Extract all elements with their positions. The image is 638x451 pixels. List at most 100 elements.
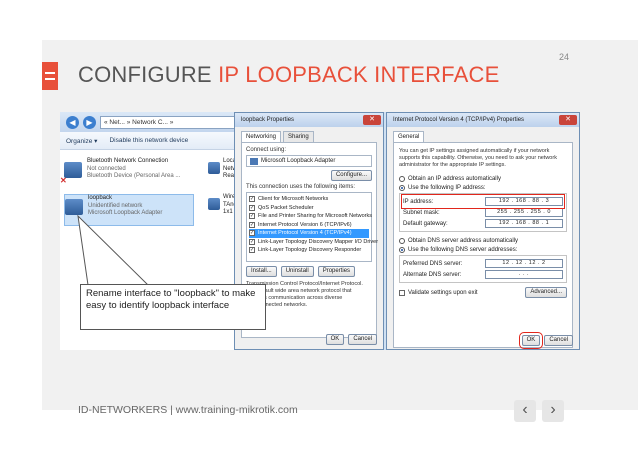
preferred-dns-label: Preferred DNS server: <box>403 260 463 267</box>
organize-button[interactable]: Organize ▾ <box>66 137 97 145</box>
connect-using-label: Connect using: <box>246 147 287 153</box>
connection-device: Microsoft Loopback Adapter <box>88 210 163 216</box>
dns-use-radio[interactable]: Use the following DNS server addresses: <box>399 245 567 254</box>
item-buttons: Install... Uninstall Properties <box>246 266 372 277</box>
slide: 24 CONFIGURE IP LOOPBACK INTERFACE ◀ ▶ «… <box>0 0 638 451</box>
checkbox[interactable] <box>399 289 405 296</box>
previous-slide-button[interactable]: ‹ <box>514 400 536 422</box>
forward-icon[interactable]: ▶ <box>83 115 96 129</box>
adapter-icon <box>250 157 258 165</box>
subnet-mask-row: Subnet mask: 255 . 255 . 255 . 0 <box>403 207 563 218</box>
ip-address-group: IP address: 192 . 168 . 88 . 3 Subnet ma… <box>399 193 567 232</box>
validate-checkbox-row[interactable]: Validate settings upon exit <box>399 289 478 296</box>
tab-networking[interactable]: Networking <box>241 131 282 142</box>
preferred-dns-field[interactable]: 12 . 12 . 12 . 2 <box>485 259 563 268</box>
info-paragraph: You can get IP settings assigned automat… <box>399 148 557 168</box>
radio-icon[interactable] <box>399 184 405 191</box>
connection-name: loopback <box>88 195 113 201</box>
dialog-titlebar: loopback Properties ✕ <box>235 113 383 127</box>
back-icon[interactable]: ◀ <box>66 115 79 129</box>
adapter-field: Microsoft Loopback Adapter <box>246 155 372 167</box>
dialog-buttons: OK Cancel <box>518 332 573 349</box>
connection-bluetooth[interactable]: ✕ Bluetooth Network Connection Not conne… <box>60 158 194 190</box>
items-label: This connection uses the following items… <box>246 184 356 190</box>
close-icon[interactable]: ✕ <box>363 115 381 125</box>
ipv4-properties-dialog: Internet Protocol Version 4 (TCP/IPv4) P… <box>386 112 580 350</box>
checkbox[interactable]: ✓ <box>249 221 255 228</box>
install-button[interactable]: Install... <box>246 266 277 277</box>
next-slide-button[interactable]: › <box>542 400 564 422</box>
address-field[interactable]: « Net... » Network C... » <box>100 115 255 129</box>
address-bar: ◀ ▶ « Net... » Network C... » <box>60 112 255 132</box>
checkbox[interactable]: ✓ <box>249 238 255 245</box>
obtain-ip-auto-radio[interactable]: Obtain an IP address automatically <box>399 174 567 183</box>
configure-button[interactable]: Configure... <box>330 170 372 181</box>
network-adapter-icon: ✕ <box>60 162 82 184</box>
list-item[interactable]: ✓ Link-Layer Topology Discovery Responder <box>249 246 369 255</box>
use-following-ip-radio[interactable]: Use the following IP address: <box>399 183 567 192</box>
validate-label: Validate settings upon exit <box>408 289 478 296</box>
checkbox[interactable]: ✓ <box>249 213 255 220</box>
cancel-button[interactable]: Cancel <box>544 335 573 346</box>
menu-icon[interactable] <box>42 62 58 90</box>
list-item[interactable]: ✓ Client for Microsoft Networks <box>249 195 369 204</box>
alternate-dns-field[interactable]: . . . <box>485 270 563 279</box>
uninstall-button[interactable]: Uninstall <box>280 266 314 277</box>
dialog-title: loopback Properties <box>241 117 295 123</box>
callout-box: Rename interface to "loopback" to make e… <box>80 284 266 330</box>
subnet-mask-field[interactable]: 255 . 255 . 255 . 0 <box>485 208 563 217</box>
ok-button[interactable]: OK <box>518 332 544 349</box>
connection-loopback[interactable]: loopback Unidentified network Microsoft … <box>64 194 194 226</box>
ip-address-field[interactable]: 192 . 168 . 88 . 3 <box>485 197 563 206</box>
network-adapter-icon <box>208 162 220 174</box>
gateway-label: Default gateway: <box>403 220 448 227</box>
gateway-row: Default gateway: 192 . 168 . 88 . 1 <box>403 218 563 229</box>
list-item-ipv4[interactable]: ✓ Internet Protocol Version 4 (TCP/IPv4) <box>249 229 369 238</box>
gateway-field[interactable]: 192 . 168 . 88 . 1 <box>485 219 563 228</box>
radio-icon[interactable] <box>399 175 405 182</box>
subnet-mask-label: Subnet mask: <box>403 209 440 216</box>
tab-sharing[interactable]: Sharing <box>283 131 314 142</box>
connection-status: Not connected <box>87 165 126 172</box>
dialog-buttons: OK Cancel <box>325 334 377 345</box>
disconnected-icon: ✕ <box>60 175 67 185</box>
alternate-dns-row: Alternate DNS server: . . . <box>403 269 563 280</box>
adapter-name: Microsoft Loopback Adapter <box>261 158 336 164</box>
dialog-title: Internet Protocol Version 4 (TCP/IPv4) P… <box>393 117 525 123</box>
ip-address-label: IP address: <box>403 198 434 205</box>
slide-title: CONFIGURE IP LOOPBACK INTERFACE <box>78 62 499 88</box>
cancel-button[interactable]: Cancel <box>348 334 377 345</box>
checkbox[interactable]: ✓ <box>249 230 255 237</box>
tab-general[interactable]: General <box>393 131 425 142</box>
ok-button[interactable]: OK <box>325 334 345 345</box>
checkbox[interactable]: ✓ <box>249 204 255 211</box>
ip-address-row: IP address: 192 . 168 . 88 . 3 <box>401 194 565 209</box>
dns-auto-radio[interactable]: Obtain DNS server address automatically <box>399 236 567 245</box>
advanced-row: Validate settings upon exit Advanced... <box>399 287 567 298</box>
list-item[interactable]: ✓ Internet Protocol Version 6 (TCP/IPv6) <box>249 221 369 230</box>
checkbox[interactable]: ✓ <box>249 247 255 254</box>
dns-group: Preferred DNS server: 12 . 12 . 12 . 2 A… <box>399 255 567 283</box>
advanced-button[interactable]: Advanced... <box>525 287 567 298</box>
close-icon[interactable]: ✕ <box>559 115 577 125</box>
general-panel: You can get IP settings assigned automat… <box>393 142 573 348</box>
alternate-dns-label: Alternate DNS server: <box>403 271 462 278</box>
footer-text: ID-NETWORKERS | www.training-mikrotik.co… <box>78 404 298 416</box>
properties-button[interactable]: Properties <box>317 266 356 277</box>
checkbox[interactable]: ✓ <box>249 196 255 203</box>
connection-status: Unidentified network <box>88 202 143 209</box>
list-item[interactable]: ✓ QoS Packet Scheduler <box>249 204 369 213</box>
disable-device-button[interactable]: Disable this network device <box>109 137 188 144</box>
dialog-tabs: General <box>387 127 579 142</box>
connection-device: Bluetooth Device (Personal Area ... <box>87 173 181 179</box>
radio-icon[interactable] <box>399 237 405 244</box>
dialog-titlebar: Internet Protocol Version 4 (TCP/IPv4) P… <box>387 113 579 127</box>
items-list: ✓ Client for Microsoft Networks ✓ QoS Pack… <box>246 192 378 262</box>
list-item[interactable]: ✓ Link-Layer Topology Discovery Mapper I/… <box>249 238 378 247</box>
radio-icon[interactable] <box>399 246 405 253</box>
page-number: 24 <box>559 52 570 62</box>
explorer-toolbar: Organize ▾ Disable this network device <box>60 132 255 150</box>
list-item[interactable]: ✓ File and Printer Sharing for Microsoft … <box>249 212 372 221</box>
connection-name: Bluetooth Network Connection <box>87 158 169 164</box>
title-part2: IP LOOPBACK INTERFACE <box>218 62 500 87</box>
